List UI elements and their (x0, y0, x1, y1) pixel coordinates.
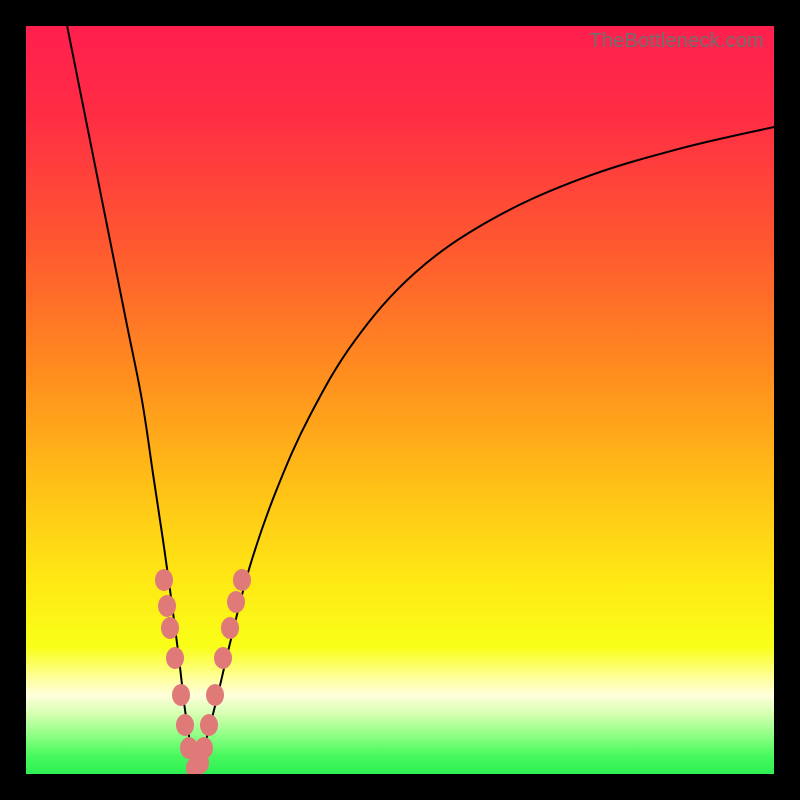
plot-area: TheBottleneck.com (26, 26, 774, 774)
data-marker (158, 595, 176, 617)
data-marker (233, 569, 251, 591)
chart-container: TheBottleneck.com (0, 0, 800, 800)
data-marker (166, 647, 184, 669)
data-marker (195, 737, 213, 759)
curve-layer (26, 26, 774, 774)
watermark-text: TheBottleneck.com (589, 30, 764, 53)
data-marker (155, 569, 173, 591)
curve-right-branch (196, 127, 774, 774)
